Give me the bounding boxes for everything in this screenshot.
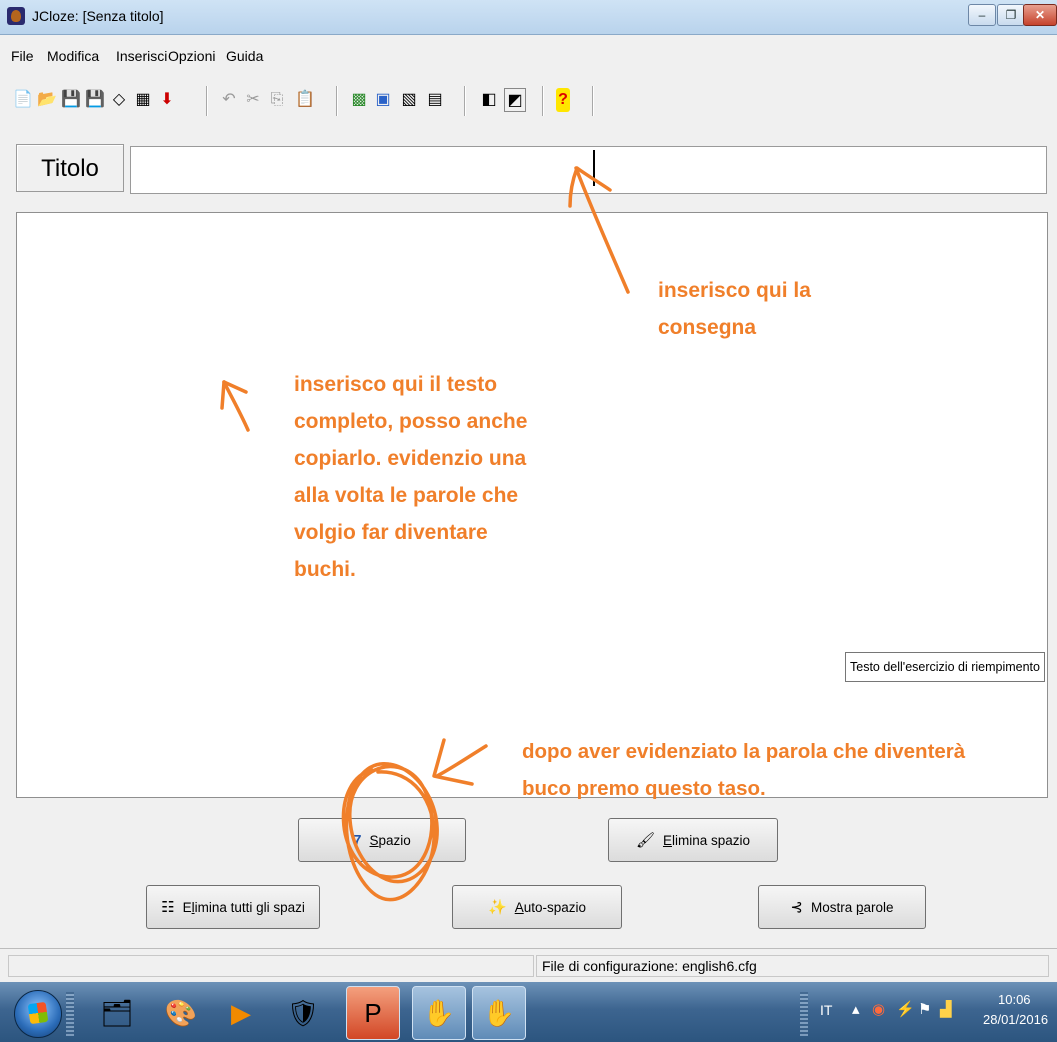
settings-icon[interactable]: ◩: [504, 88, 526, 112]
export-html-icon[interactable]: ▩: [348, 88, 370, 112]
jcloze-task-icon[interactable]: ✋: [472, 986, 526, 1040]
language-indicator[interactable]: IT: [820, 1002, 832, 1018]
power-icon[interactable]: ⚡: [896, 1000, 915, 1018]
close-button[interactable]: ✕: [1023, 4, 1057, 26]
action-center-flag-icon[interactable]: ⚑: [918, 1000, 931, 1018]
title-bar: JCloze: [Senza titolo] – ❐ ✕: [0, 0, 1057, 35]
copy-icon[interactable]: ⎘: [266, 88, 288, 112]
export-print-icon[interactable]: ▤: [424, 88, 446, 112]
title-label: Titolo: [16, 144, 124, 192]
help-icon[interactable]: ?: [556, 88, 570, 112]
menu-file[interactable]: File: [11, 48, 34, 64]
clock-date[interactable]: 28/01/2016: [983, 1012, 1048, 1027]
gap-button[interactable]: 7 Spazio: [298, 818, 466, 862]
save-as-icon[interactable]: 💾: [84, 88, 106, 112]
toolbar-separator: [206, 86, 208, 116]
web-page-icon[interactable]: ▦: [132, 88, 154, 112]
properties-icon[interactable]: ◧: [478, 88, 500, 112]
save-icon[interactable]: 💾: [60, 88, 82, 112]
menu-bar: File Modifica Inserisci Opzioni Guida: [0, 44, 1057, 68]
clock-time[interactable]: 10:06: [998, 992, 1031, 1007]
menu-modifica[interactable]: Modifica: [47, 48, 99, 64]
auto-gap-button[interactable]: ✨ Auto-spazio: [452, 885, 622, 929]
show-words-button[interactable]: ⊰ Mostra parole: [758, 885, 926, 929]
delete-all-gaps-button-label: Elimina tutti gli spazi: [182, 899, 305, 915]
eraser-icon[interactable]: ◇: [108, 88, 130, 112]
antivirus-icon[interactable]: ◉: [872, 1000, 885, 1018]
export-drag-icon[interactable]: ▧: [398, 88, 420, 112]
toolbar-separator: [464, 86, 466, 116]
title-input[interactable]: [130, 146, 1047, 194]
magic-wand-icon: ✨: [488, 899, 507, 916]
explorer-icon[interactable]: 🗂: [90, 986, 144, 1040]
gap-button-label: Spazio: [369, 832, 411, 848]
hot-potatoes-icon[interactable]: ✋: [412, 986, 466, 1040]
taskbar-grip: [66, 992, 74, 1036]
menu-opzioni[interactable]: Opzioni: [168, 48, 215, 64]
menu-guida[interactable]: Guida: [226, 48, 263, 64]
gap-icon: 7: [353, 831, 362, 849]
restore-button[interactable]: ❐: [997, 4, 1025, 26]
cloze-text-editor[interactable]: [16, 212, 1048, 798]
annotation-note: inserisco qui il testo completo, posso a…: [294, 373, 528, 581]
clear-list-icon: ☷: [161, 899, 175, 916]
jcloze-app-icon[interactable]: [7, 7, 25, 25]
auto-gap-button-label: Auto-spazio: [514, 899, 586, 915]
annotation-note: dopo aver evidenziato la parola che dive…: [522, 740, 966, 800]
show-hidden-icons-icon[interactable]: ▴: [852, 1000, 860, 1018]
windows-taskbar: 🗂 🎨 ▶ 🛡 P ✋ ✋ IT ▴ ◉ ⚡ ⚑ ▟ 10:06 28/01/2…: [0, 982, 1057, 1042]
undo-icon[interactable]: ↶: [218, 88, 240, 112]
export-icon[interactable]: ⬇: [156, 88, 178, 112]
show-words-button-label: Mostra parole: [811, 899, 894, 915]
menu-inserisci[interactable]: Inserisci: [116, 48, 167, 64]
cut-icon[interactable]: ✂: [242, 88, 264, 112]
text-caret: [593, 150, 595, 186]
toolbar: 📄 📂 💾 💾 ◇ ▦ ⬇ ↶ ✂ ⎘ 📋 ▩ ▣ ▧ ▤ ◧ ◩ ?: [0, 82, 1057, 122]
word-tree-icon: ⊰: [790, 899, 803, 916]
minimize-button[interactable]: –: [968, 4, 996, 26]
delete-all-gaps-button[interactable]: ☷ Elimina tutti gli spazi: [146, 885, 320, 929]
delete-gap-button[interactable]: 🖌 Elimina spazio: [608, 818, 778, 862]
network-signal-icon[interactable]: ▟: [940, 1000, 952, 1018]
toolbar-separator: [542, 86, 544, 116]
status-bar: File di configurazione: english6.cfg: [0, 948, 1057, 979]
open-folder-icon[interactable]: 📂: [36, 88, 58, 112]
status-config-file: File di configurazione: english6.cfg: [536, 955, 1049, 977]
toolbar-separator: [336, 86, 338, 116]
powerpoint-icon[interactable]: P: [346, 986, 400, 1040]
start-button[interactable]: [14, 990, 62, 1038]
export-flash-icon[interactable]: ▣: [372, 88, 394, 112]
security-icon[interactable]: 🛡: [276, 986, 330, 1040]
media-player-icon[interactable]: ▶: [214, 986, 268, 1040]
editor-tooltip: Testo dell'esercizio di riempimento: [845, 652, 1045, 682]
toolbar-separator: [592, 86, 594, 116]
status-pane-empty: [8, 955, 534, 977]
paste-icon[interactable]: 📋: [294, 88, 316, 112]
delete-gap-button-label: Elimina spazio: [662, 832, 751, 848]
tray-grip: [800, 992, 808, 1036]
window-title: JCloze: [Senza titolo]: [32, 8, 164, 24]
wand-eraser-icon: 🖌: [635, 832, 655, 849]
paint-icon[interactable]: 🎨: [154, 986, 208, 1040]
annotation-note: inserisco qui la consegna: [658, 279, 811, 339]
new-file-icon[interactable]: 📄: [12, 88, 34, 112]
